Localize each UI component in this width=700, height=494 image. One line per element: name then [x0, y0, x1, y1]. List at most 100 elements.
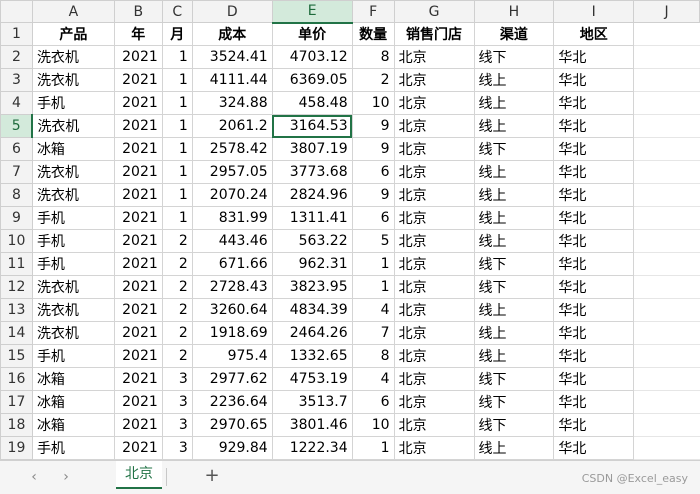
cell-empty[interactable]: [633, 367, 700, 391]
row-header-active[interactable]: 5: [0, 114, 34, 138]
cell[interactable]: 443.46: [191, 229, 273, 253]
cell[interactable]: 华北: [553, 321, 635, 345]
cell[interactable]: 4: [351, 367, 395, 391]
cell[interactable]: 洗衣机: [31, 321, 115, 345]
cell[interactable]: 洗衣机: [31, 183, 115, 207]
cell[interactable]: 1: [351, 436, 395, 460]
cell[interactable]: 2824.96: [271, 183, 353, 207]
cell[interactable]: 北京: [393, 114, 475, 138]
cell[interactable]: 1: [161, 206, 193, 230]
cell[interactable]: 洗衣机: [31, 275, 115, 299]
cell[interactable]: 1: [161, 114, 193, 138]
cell-empty[interactable]: [633, 206, 700, 230]
cell[interactable]: 华北: [553, 344, 635, 368]
cell[interactable]: 华北: [553, 252, 635, 276]
cell-empty[interactable]: [633, 229, 700, 253]
row-header[interactable]: 6: [0, 137, 33, 161]
row-header[interactable]: 16: [0, 367, 33, 391]
cell-empty[interactable]: [633, 275, 700, 299]
row-header[interactable]: 14: [0, 321, 33, 345]
cell[interactable]: 6: [351, 160, 395, 184]
row-header[interactable]: 18: [0, 413, 33, 437]
cell[interactable]: 冰箱: [31, 413, 115, 437]
cell[interactable]: 洗衣机: [31, 45, 115, 69]
cell[interactable]: 2464.26: [271, 321, 353, 345]
cell[interactable]: 单价: [271, 22, 353, 46]
cell[interactable]: 2236.64: [191, 390, 273, 414]
row-header[interactable]: 10: [0, 229, 33, 253]
cell[interactable]: 线上: [473, 91, 555, 115]
cell[interactable]: 线上: [473, 206, 555, 230]
column-header[interactable]: B: [113, 0, 163, 23]
column-header[interactable]: A: [31, 0, 115, 23]
column-header[interactable]: F: [351, 0, 395, 23]
cell[interactable]: 北京: [393, 367, 475, 391]
cell[interactable]: 北京: [393, 275, 475, 299]
cell[interactable]: 2021: [113, 390, 163, 414]
cell[interactable]: 2970.65: [191, 413, 273, 437]
sheet-tab-beijing[interactable]: 北京: [116, 461, 162, 489]
cell[interactable]: 华北: [553, 229, 635, 253]
cell[interactable]: 2021: [113, 114, 163, 138]
cell-empty[interactable]: [633, 183, 700, 207]
cell-empty[interactable]: [633, 298, 700, 322]
cell[interactable]: 华北: [553, 114, 635, 138]
cell[interactable]: 3807.19: [271, 137, 353, 161]
cell-empty[interactable]: [633, 413, 700, 437]
cell-empty[interactable]: [633, 252, 700, 276]
cell[interactable]: 洗衣机: [31, 114, 115, 138]
cell[interactable]: 962.31: [271, 252, 353, 276]
cell[interactable]: 2728.43: [191, 275, 273, 299]
cell[interactable]: 冰箱: [31, 137, 115, 161]
cell[interactable]: 3513.7: [271, 390, 353, 414]
cell[interactable]: 手机: [31, 91, 115, 115]
cell[interactable]: 5: [351, 229, 395, 253]
row-header[interactable]: 3: [0, 68, 33, 92]
cell[interactable]: 华北: [553, 436, 635, 460]
cell[interactable]: 线下: [473, 275, 555, 299]
cell[interactable]: 1332.65: [271, 344, 353, 368]
cell[interactable]: 324.88: [191, 91, 273, 115]
cell[interactable]: 成本: [191, 22, 273, 46]
cell[interactable]: 产品: [31, 22, 115, 46]
cell[interactable]: 北京: [393, 344, 475, 368]
cell[interactable]: 2957.05: [191, 160, 273, 184]
cell[interactable]: 1918.69: [191, 321, 273, 345]
cell[interactable]: 手机: [31, 436, 115, 460]
cell[interactable]: 华北: [553, 413, 635, 437]
row-header[interactable]: 13: [0, 298, 33, 322]
cell-empty[interactable]: [633, 436, 700, 460]
row-header[interactable]: 11: [0, 252, 33, 276]
cell[interactable]: 北京: [393, 91, 475, 115]
cell[interactable]: 销售门店: [393, 22, 475, 46]
cell-empty[interactable]: [633, 114, 700, 138]
cell[interactable]: 10: [351, 413, 395, 437]
cell[interactable]: 冰箱: [31, 367, 115, 391]
row-header[interactable]: 15: [0, 344, 33, 368]
row-header[interactable]: 1: [0, 22, 33, 46]
cell-empty[interactable]: [633, 160, 700, 184]
cell[interactable]: 2021: [113, 413, 163, 437]
cell[interactable]: 831.99: [191, 206, 273, 230]
cell[interactable]: 4111.44: [191, 68, 273, 92]
cell[interactable]: 华北: [553, 298, 635, 322]
cell[interactable]: 北京: [393, 321, 475, 345]
cell[interactable]: 冰箱: [31, 390, 115, 414]
cell[interactable]: 1: [161, 183, 193, 207]
cell[interactable]: 2: [161, 298, 193, 322]
cell[interactable]: 3: [161, 390, 193, 414]
cell[interactable]: 北京: [393, 68, 475, 92]
cell[interactable]: 2021: [113, 321, 163, 345]
cell[interactable]: 北京: [393, 436, 475, 460]
cell[interactable]: 3524.41: [191, 45, 273, 69]
cell[interactable]: 华北: [553, 183, 635, 207]
column-header[interactable]: H: [473, 0, 555, 23]
active-cell[interactable]: 3164.53: [271, 114, 353, 138]
cell[interactable]: 北京: [393, 206, 475, 230]
cell[interactable]: 华北: [553, 390, 635, 414]
cell[interactable]: 4753.19: [271, 367, 353, 391]
cell[interactable]: 3773.68: [271, 160, 353, 184]
cell-empty[interactable]: [633, 22, 700, 46]
cell[interactable]: 929.84: [191, 436, 273, 460]
cell[interactable]: 6369.05: [271, 68, 353, 92]
